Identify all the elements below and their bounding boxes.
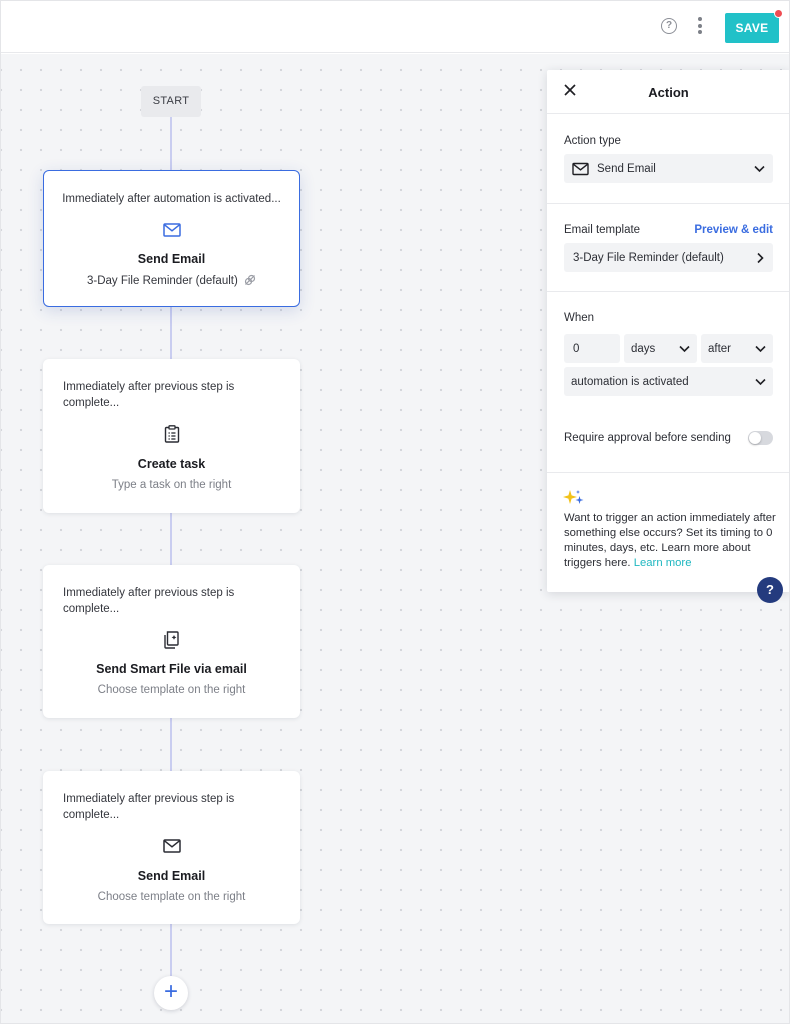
toggle-knob xyxy=(749,432,761,444)
step-card-send-email-2[interactable]: Immediately after previous step is compl… xyxy=(43,771,300,924)
email-template-select[interactable]: 3-Day File Reminder (default) xyxy=(564,243,773,272)
envelope-icon xyxy=(572,162,589,175)
step-title: Send Email xyxy=(137,252,206,266)
help-question-icon[interactable]: ? xyxy=(661,18,677,34)
step-card-create-task[interactable]: Immediately after previous step is compl… xyxy=(43,359,300,513)
app-window: ? SAVE START Immediately after automatio… xyxy=(0,0,790,1024)
link-off-icon xyxy=(244,274,256,289)
divider xyxy=(547,472,789,473)
step-card-send-email[interactable]: Immediately after automation is activate… xyxy=(43,170,300,307)
sparkle-icon xyxy=(563,489,585,512)
action-type-value: Send Email xyxy=(597,162,656,175)
chevron-down-icon xyxy=(755,345,766,352)
step-subtitle: Choose template on the right xyxy=(97,891,246,903)
chevron-down-icon xyxy=(755,378,766,385)
when-event-value: automation is activated xyxy=(571,375,689,388)
when-amount-value: 0 xyxy=(573,342,580,355)
when-relation-value: after xyxy=(708,342,732,355)
connector-line xyxy=(170,718,172,771)
help-chat-button[interactable]: ? xyxy=(757,577,783,603)
when-label: When xyxy=(564,312,595,324)
connector-line xyxy=(170,306,172,360)
step-title: Send Smart File via email xyxy=(96,662,247,676)
step-title: Create task xyxy=(137,457,206,471)
connector-line xyxy=(170,924,172,976)
step-subtitle: 3-Day File Reminder (default) xyxy=(44,274,299,289)
step-subtitle: Type a task on the right xyxy=(111,479,232,491)
chevron-down-icon xyxy=(754,165,765,172)
envelope-icon xyxy=(44,223,299,237)
connector-line xyxy=(170,513,172,565)
clipboard-list-icon xyxy=(43,425,300,443)
panel-title: Action xyxy=(648,85,689,100)
more-options-icon[interactable] xyxy=(694,17,706,37)
when-unit-select[interactable]: days xyxy=(624,334,697,363)
unsaved-indicator-dot xyxy=(774,9,783,18)
top-toolbar: ? SAVE xyxy=(1,1,789,53)
preview-edit-link[interactable]: Preview & edit xyxy=(694,224,773,236)
divider xyxy=(547,291,789,292)
when-unit-value: days xyxy=(631,342,656,355)
add-step-button[interactable]: + xyxy=(154,976,188,1010)
action-type-select[interactable]: Send Email xyxy=(564,154,773,183)
step-trigger-text: Immediately after automation is activate… xyxy=(62,193,281,205)
smart-file-icon xyxy=(43,630,300,649)
step-card-send-smart-file[interactable]: Immediately after previous step is compl… xyxy=(43,565,300,718)
envelope-icon xyxy=(43,839,300,853)
step-trigger-text: Immediately after previous step is compl… xyxy=(63,381,235,409)
step-subtitle: Choose template on the right xyxy=(97,684,246,696)
learn-more-link[interactable]: Learn more xyxy=(634,557,692,569)
step-subtitle-text: 3-Day File Reminder (default) xyxy=(86,275,238,287)
chevron-right-icon xyxy=(757,252,764,263)
when-amount-input[interactable]: 0 xyxy=(564,334,620,363)
panel-header: Action xyxy=(547,70,789,114)
action-type-label: Action type xyxy=(564,135,621,147)
email-template-label: Email template xyxy=(564,224,641,236)
chevron-down-icon xyxy=(679,345,690,352)
approval-label: Require approval before sending xyxy=(564,432,731,444)
start-node: START xyxy=(141,86,201,117)
connector-line xyxy=(170,117,172,171)
step-trigger-text: Immediately after previous step is compl… xyxy=(63,793,235,821)
step-trigger-text: Immediately after previous step is compl… xyxy=(63,587,235,615)
email-template-value: 3-Day File Reminder (default) xyxy=(573,251,724,264)
when-event-select[interactable]: automation is activated xyxy=(564,367,773,396)
save-button[interactable]: SAVE xyxy=(725,13,779,43)
divider xyxy=(547,203,789,204)
step-title: Send Email xyxy=(137,869,206,883)
approval-toggle[interactable] xyxy=(748,431,773,445)
timing-tip: Want to trigger an action immediately af… xyxy=(564,511,776,571)
when-relation-select[interactable]: after xyxy=(701,334,773,363)
action-panel: Action Action type Send Email Email temp… xyxy=(547,70,789,592)
